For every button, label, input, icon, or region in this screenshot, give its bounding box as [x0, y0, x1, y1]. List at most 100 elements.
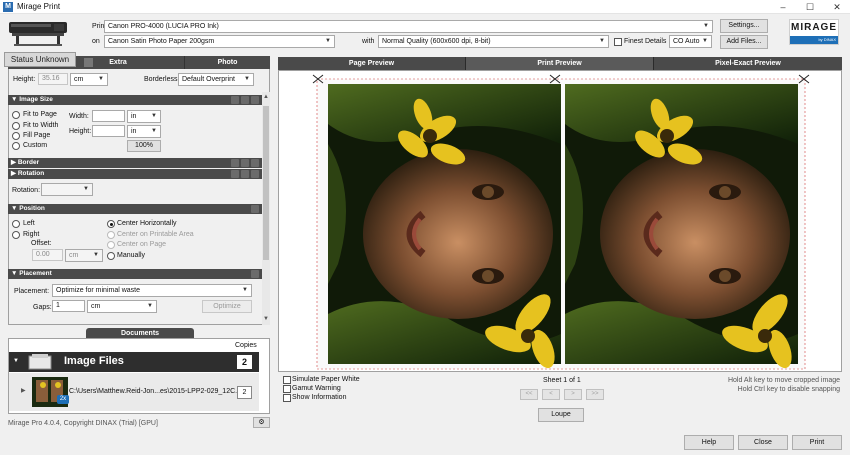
simulate-paper-white-label: Simulate Paper White [292, 376, 360, 383]
help-button[interactable]: Help [684, 435, 734, 450]
width-input[interactable] [92, 110, 125, 122]
scrollbar-thumb[interactable] [263, 106, 269, 260]
group-copies[interactable]: 2 [237, 355, 252, 369]
image-height-unit-value: in [131, 128, 137, 135]
undo-icon[interactable] [241, 96, 249, 104]
gaps-unit-value: cm [91, 303, 101, 310]
finest-details-checkbox[interactable] [614, 38, 622, 46]
last-sheet-button[interactable]: >> [586, 389, 604, 400]
gamut-warning-label: Gamut Warning [292, 385, 341, 392]
print-preview-canvas[interactable] [279, 71, 843, 373]
image-height-unit-select[interactable]: in ▼ [127, 125, 161, 138]
quality-value: Normal Quality (600x600 dpi, 8-bit) [382, 38, 491, 45]
center-horizontally-radio[interactable] [107, 220, 115, 228]
image-height-input[interactable] [92, 125, 125, 137]
pin-icon[interactable] [251, 96, 259, 104]
tab-print-preview[interactable]: Print Preview [466, 57, 654, 70]
copy-icon[interactable] [231, 159, 239, 167]
file-copies[interactable]: 2 [237, 386, 252, 399]
left-radio[interactable] [12, 220, 20, 228]
copies-header: Copies [235, 342, 257, 349]
custom-radio[interactable] [12, 142, 20, 150]
fit-to-page-radio[interactable] [12, 111, 20, 119]
tab-pixel-exact-preview[interactable]: Pixel-Exact Preview [654, 57, 842, 70]
copy-icon[interactable] [231, 170, 239, 178]
close-button[interactable]: Close [738, 435, 788, 450]
collapse-icon[interactable]: ▼ [13, 358, 19, 364]
right-radio[interactable] [12, 231, 20, 239]
settings-button[interactable]: Settings... [720, 19, 768, 33]
maximize-icon[interactable]: ☐ [797, 0, 823, 14]
quality-select[interactable]: Normal Quality (600x600 dpi, 8-bit) ▼ [378, 35, 609, 48]
gear-icon[interactable]: ⚙ [253, 417, 270, 428]
placement-select[interactable]: Optimize for minimal waste ▼ [52, 284, 252, 297]
file-path: C:\Users\Matthew.Reid-Jon...es\2015-LPP2… [69, 388, 243, 395]
prev-sheet-button[interactable]: < [542, 389, 560, 400]
fit-to-page-label: Fit to Page [23, 111, 57, 118]
custom-label: Custom [23, 142, 48, 149]
offset-input[interactable]: 0.00 [32, 249, 63, 261]
gaps-unit-select[interactable]: cm ▼ [87, 300, 157, 313]
chevron-down-icon: ▼ [151, 113, 157, 119]
pin-icon[interactable] [251, 205, 259, 213]
close-window-icon[interactable]: ✕ [824, 0, 850, 14]
pin-icon[interactable] [251, 170, 259, 178]
rotation-label: Rotation: [12, 187, 41, 194]
logo-sub: by DINAX [790, 36, 838, 44]
height-input[interactable]: 35.16 [38, 73, 68, 85]
image-files-group[interactable]: ▼ Image Files 2 [9, 352, 259, 372]
show-information-label: Show Information [292, 394, 347, 401]
tab-photo[interactable]: Photo [184, 56, 270, 69]
placement-header[interactable]: ▼ Placement [8, 269, 262, 279]
height-unit-select[interactable]: cm ▼ [70, 73, 108, 86]
loupe-button[interactable]: Loupe [538, 408, 584, 422]
center-page-radio[interactable] [107, 241, 115, 249]
print-button[interactable]: Print [792, 435, 842, 450]
zoom-100-button[interactable]: 100% [127, 140, 161, 152]
minimize-icon[interactable]: – [770, 0, 796, 14]
chevron-down-icon: ▼ [703, 23, 709, 29]
center-printable-radio[interactable] [107, 231, 115, 239]
undo-icon[interactable] [241, 170, 249, 178]
pin-icon[interactable] [251, 159, 259, 167]
logo-text: MIRAGE [791, 22, 837, 33]
gamut-warning-checkbox[interactable] [283, 385, 291, 393]
pin-icon[interactable] [251, 270, 259, 278]
manually-radio[interactable] [107, 252, 115, 260]
image-size-header[interactable]: ▼ Image Size [8, 95, 262, 105]
scroll-down-icon[interactable]: ▼ [263, 316, 269, 322]
page-icon[interactable] [84, 58, 93, 67]
preview-area[interactable] [278, 70, 842, 372]
expand-icon[interactable]: ▶ [21, 387, 26, 394]
color-mode-select[interactable]: CO Auto ▼ [669, 35, 712, 48]
position-header[interactable]: ▼ Position [8, 204, 262, 214]
app-icon: M [3, 2, 13, 12]
fit-to-width-radio[interactable] [12, 122, 20, 130]
width-label: Width: [69, 113, 89, 120]
image-height-label: Height: [69, 128, 92, 135]
width-unit-select[interactable]: in ▼ [127, 110, 161, 123]
printer-select[interactable]: Canon PRO-4000 (LUCIA PRO Ink) ▼ [104, 20, 713, 33]
copy-icon[interactable] [231, 96, 239, 104]
gaps-input[interactable]: 1 [52, 300, 85, 312]
fill-page-radio[interactable] [12, 132, 20, 140]
rotation-select[interactable]: ▼ [41, 183, 93, 196]
next-sheet-button[interactable]: > [564, 389, 582, 400]
offset-unit-select[interactable]: cm ▼ [65, 249, 103, 262]
paper-select[interactable]: Canon Satin Photo Paper 200gsm ▼ [104, 35, 335, 48]
image-stack-icon [28, 354, 52, 370]
show-information-checkbox[interactable] [283, 394, 291, 402]
scroll-up-icon[interactable]: ▲ [263, 94, 269, 100]
undo-icon[interactable] [241, 159, 249, 167]
borderless-select[interactable]: Default Overprint ▼ [178, 73, 254, 86]
simulate-paper-white-checkbox[interactable] [283, 376, 291, 384]
file-row[interactable]: ▶ 2x C:\Users\Matthew.Reid-Jon...es\2015… [9, 373, 259, 411]
offset-unit-value: cm [69, 252, 79, 259]
optimize-button[interactable]: Optimize [202, 300, 252, 313]
rotation-header[interactable]: ▶ Rotation [8, 169, 262, 179]
border-header[interactable]: ▶ Border [8, 158, 262, 168]
first-sheet-button[interactable]: << [520, 389, 538, 400]
tab-page-preview[interactable]: Page Preview [278, 57, 466, 70]
add-files-button[interactable]: Add Files... [720, 35, 768, 49]
chevron-down-icon: ▼ [702, 38, 708, 44]
